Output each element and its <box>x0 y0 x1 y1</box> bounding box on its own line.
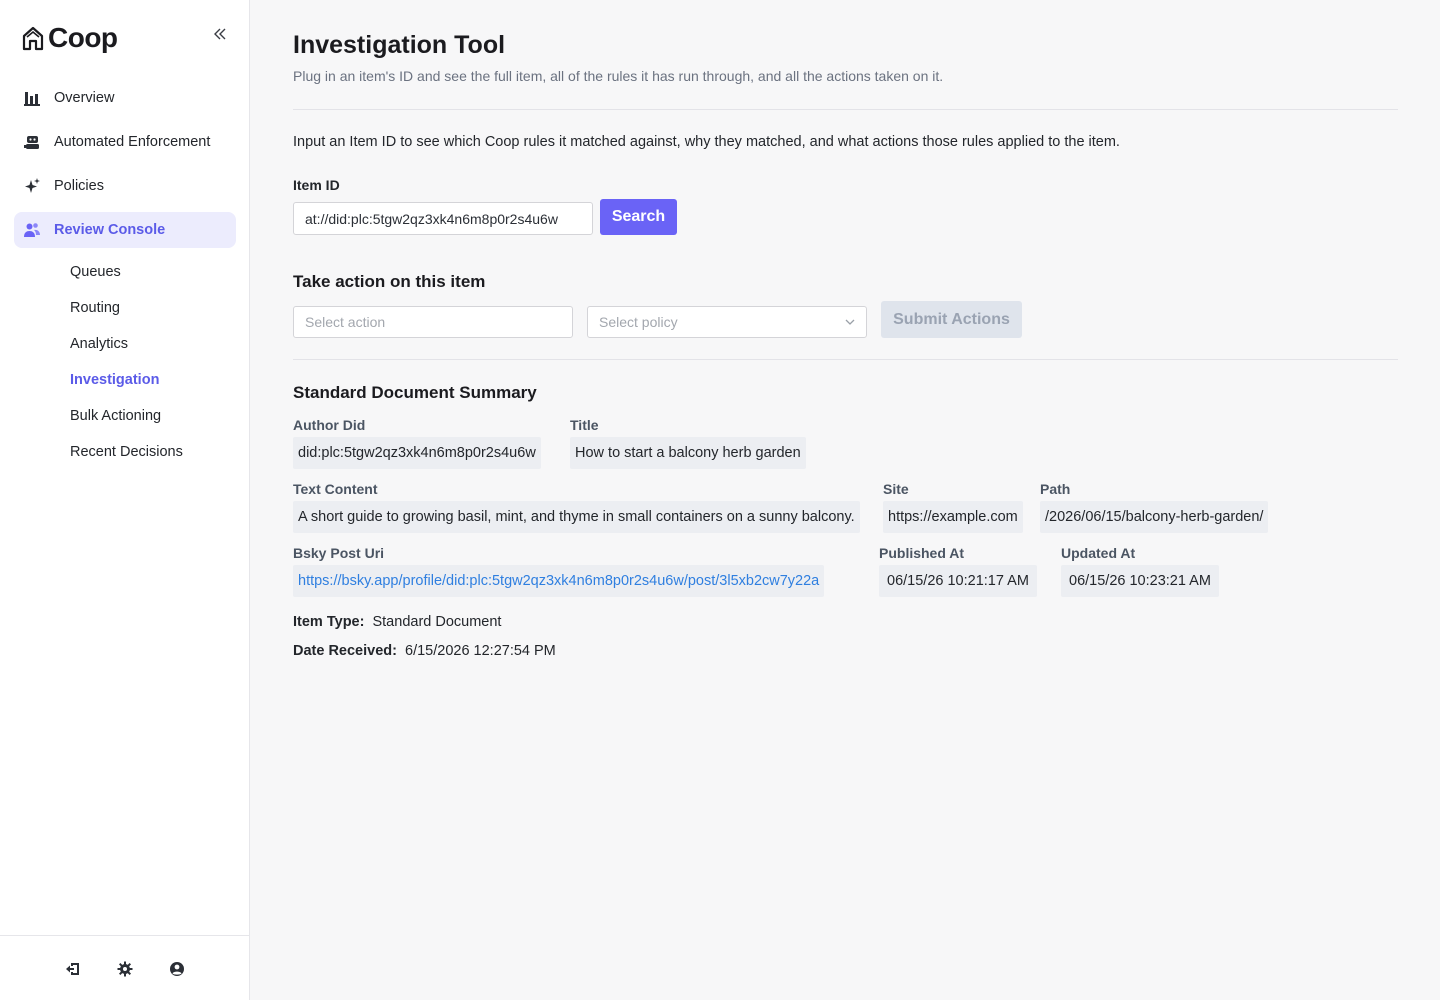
select-policy-placeholder: Select policy <box>599 314 678 330</box>
sidebar-footer <box>0 935 250 1000</box>
intro-text: Input an Item ID to see which Coop rules… <box>293 134 1120 150</box>
sidebar-subitem-recent-decisions[interactable]: Recent Decisions <box>70 434 240 470</box>
date-received-row: Date Received: 6/15/2026 12:27:54 PM <box>293 643 556 659</box>
sidebar-item-label: Automated Enforcement <box>54 134 211 150</box>
page-title: Investigation Tool <box>293 31 506 59</box>
summary-title: Standard Document Summary <box>293 383 537 402</box>
sparkles-icon <box>23 177 41 195</box>
updated-at-label: Updated At <box>1061 545 1136 561</box>
bar-chart-icon <box>23 89 41 107</box>
site-value: https://example.com <box>883 501 1023 533</box>
sidebar-item-policies[interactable]: Policies <box>14 168 236 204</box>
item-type-label: Item Type: <box>293 614 365 630</box>
sidebar-nav: Overview Automated Enforcement Policies … <box>14 80 236 256</box>
sidebar-item-overview[interactable]: Overview <box>14 80 236 116</box>
sidebar-item-label: Review Console <box>54 222 166 238</box>
title-label: Title <box>570 417 599 433</box>
chevron-down-icon <box>845 319 855 325</box>
sidebar-subitem-analytics[interactable]: Analytics <box>70 326 240 362</box>
site-label: Site <box>883 481 909 497</box>
item-id-label: Item ID <box>293 177 340 193</box>
text-content-value: A short guide to growing basil, mint, an… <box>293 501 860 533</box>
page-subtitle: Plug in an item's ID and see the full it… <box>293 68 944 84</box>
bsky-post-uri-label: Bsky Post Uri <box>293 545 385 561</box>
collapse-sidebar-button[interactable] <box>210 24 230 44</box>
sidebar: Coop Overview Automated Enforcement Poli… <box>0 0 250 1000</box>
robot-icon <box>23 133 41 151</box>
divider <box>293 109 1398 110</box>
sidebar-item-label: Overview <box>54 90 115 106</box>
path-value: /2026/06/15/balcony-herb-garden/ <box>1040 501 1269 533</box>
sidebar-subitem-routing[interactable]: Routing <box>70 290 240 326</box>
gear-icon[interactable] <box>116 960 134 978</box>
search-button[interactable]: Search <box>600 199 677 235</box>
published-at-label: Published At <box>879 545 965 561</box>
submit-actions-button[interactable]: Submit Actions <box>881 301 1022 338</box>
app-name: Coop <box>48 22 118 53</box>
sidebar-subitem-bulk-actioning[interactable]: Bulk Actioning <box>70 398 240 434</box>
logo[interactable]: Coop <box>22 20 232 56</box>
bsky-post-uri-link[interactable]: https://bsky.app/profile/did:plc:5tgw2qz… <box>293 565 825 597</box>
double-chevron-left-icon <box>214 28 226 40</box>
review-console-subnav: Queues Routing Analytics Investigation B… <box>70 254 240 470</box>
author-did-value: did:plc:5tgw2qz3xk4n6m8p0r2s4u6w <box>293 437 541 469</box>
item-type-value: Standard Document <box>372 614 502 630</box>
date-received-value: 6/15/2026 12:27:54 PM <box>405 643 556 659</box>
sidebar-subitem-investigation[interactable]: Investigation <box>70 362 240 398</box>
select-action-placeholder: Select action <box>305 314 386 330</box>
item-type-row: Item Type: Standard Document <box>293 614 501 630</box>
users-icon <box>23 221 41 239</box>
updated-at-value: 06/15/26 10:23:21 AM <box>1061 565 1219 597</box>
text-content-label: Text Content <box>293 481 378 497</box>
divider <box>293 359 1398 360</box>
sidebar-subitem-queues[interactable]: Queues <box>70 254 240 290</box>
take-action-title: Take action on this item <box>293 272 486 291</box>
select-policy-dropdown[interactable]: Select policy <box>587 306 867 338</box>
logout-icon[interactable] <box>64 960 82 978</box>
sidebar-item-label: Policies <box>54 178 104 194</box>
select-action-input[interactable]: Select action <box>293 306 573 338</box>
published-at-value: 06/15/26 10:21:17 AM <box>879 565 1037 597</box>
date-received-label: Date Received: <box>293 643 397 659</box>
sidebar-item-automated-enforcement[interactable]: Automated Enforcement <box>14 124 236 160</box>
author-did-label: Author Did <box>293 417 366 433</box>
coop-logo-icon <box>22 26 44 51</box>
path-label: Path <box>1040 481 1071 497</box>
user-circle-icon[interactable] <box>168 960 186 978</box>
title-value: How to start a balcony herb garden <box>570 437 806 469</box>
sidebar-item-review-console[interactable]: Review Console <box>14 212 236 248</box>
item-id-input[interactable] <box>293 202 593 235</box>
